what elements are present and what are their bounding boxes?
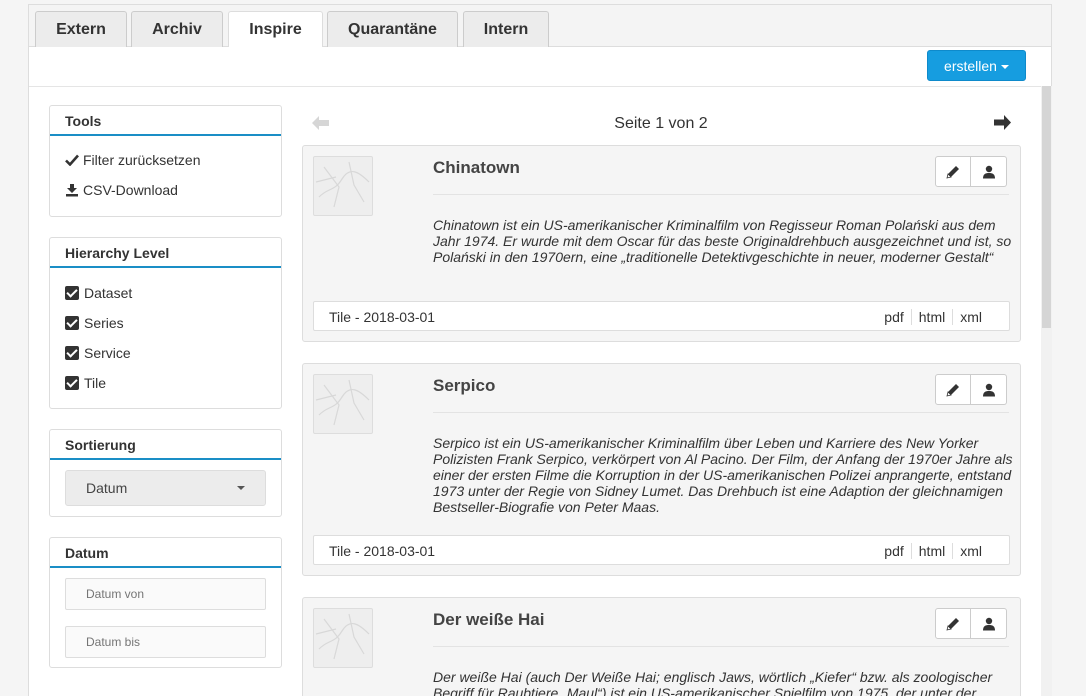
- result-card: Serpico Serpico ist ein US-amerikanische…: [302, 363, 1021, 576]
- user-icon: [982, 383, 995, 396]
- create-button-label: erstellen: [944, 57, 997, 74]
- hierarchy-service-label: Service: [84, 345, 131, 361]
- result-footer: Tile - 2018-03-01 pdf html xml: [313, 535, 1010, 565]
- tab-archiv[interactable]: Archiv: [131, 11, 223, 47]
- result-meta: Tile - 2018-03-01: [329, 309, 436, 325]
- result-card: Der weiße Hai Der weiße Hai (auch Der We…: [302, 597, 1021, 696]
- result-footer: Tile - 2018-03-01 pdf html xml: [313, 301, 1010, 331]
- tools-panel: Tools Filter zurücksetzen CSV-Download: [49, 105, 282, 217]
- edit-button[interactable]: [935, 608, 971, 639]
- arrow-right-icon[interactable]: [994, 115, 1011, 130]
- hierarchy-heading: Hierarchy Level: [50, 238, 281, 268]
- sort-panel: Sortierung Datum: [49, 429, 282, 517]
- csv-download-link[interactable]: CSV-Download: [65, 182, 178, 198]
- hierarchy-dataset-label: Dataset: [84, 285, 133, 301]
- result-title[interactable]: Chinatown: [433, 158, 520, 178]
- tab-quarantaene[interactable]: Quarantäne: [327, 11, 458, 47]
- user-icon: [982, 617, 995, 630]
- result-description: Der weiße Hai (auch Der Weiße Hai; engli…: [433, 669, 993, 696]
- xml-link[interactable]: xml: [952, 309, 989, 325]
- sort-select[interactable]: Datum: [65, 470, 266, 506]
- toolbar: erstellen: [29, 47, 1051, 87]
- date-heading: Datum: [50, 538, 281, 568]
- user-button[interactable]: [971, 374, 1007, 405]
- map-thumbnail[interactable]: [313, 608, 373, 668]
- result-description: Chinatown ist ein US-amerikanischer Krim…: [433, 217, 1012, 265]
- divider: [433, 194, 1009, 195]
- pdf-link[interactable]: pdf: [877, 543, 910, 559]
- result-title[interactable]: Der weiße Hai: [433, 610, 545, 630]
- tab-inspire[interactable]: Inspire: [228, 11, 323, 48]
- tools-heading: Tools: [50, 106, 281, 136]
- xml-link[interactable]: xml: [952, 543, 989, 559]
- tab-extern[interactable]: Extern: [35, 11, 127, 47]
- divider: [433, 412, 1009, 413]
- result-card: Chinatown Chinatown ist ein US-amerikani…: [302, 145, 1021, 342]
- map-thumbnail[interactable]: [313, 156, 373, 216]
- pencil-icon: [946, 617, 959, 631]
- date-to-input[interactable]: [65, 626, 266, 658]
- scrollbar-thumb[interactable]: [1042, 86, 1051, 328]
- result-title[interactable]: Serpico: [433, 376, 495, 396]
- checkbox-checked-icon[interactable]: [65, 376, 79, 390]
- tab-intern[interactable]: Intern: [463, 11, 549, 47]
- sort-heading: Sortierung: [50, 430, 281, 460]
- check-icon: [65, 154, 79, 166]
- html-link[interactable]: html: [910, 543, 952, 559]
- pager: Seite 1 von 2: [302, 106, 1020, 140]
- create-button[interactable]: erstellen: [927, 50, 1026, 81]
- date-panel: Datum: [49, 537, 282, 668]
- csv-download-label: CSV-Download: [83, 182, 178, 198]
- sort-select-value: Datum: [86, 480, 128, 496]
- checkbox-checked-icon[interactable]: [65, 346, 79, 360]
- hierarchy-tile[interactable]: Tile: [65, 375, 106, 391]
- tab-bar: Extern Archiv Inspire Quarantäne Intern: [29, 5, 1051, 48]
- download-icon: [66, 184, 78, 197]
- hierarchy-dataset[interactable]: Dataset: [65, 285, 132, 301]
- user-icon: [982, 165, 995, 178]
- hierarchy-series[interactable]: Series: [65, 315, 124, 331]
- checkbox-checked-icon[interactable]: [65, 286, 79, 300]
- format-links: pdf html xml: [877, 309, 989, 325]
- format-links: pdf html xml: [877, 543, 989, 559]
- user-button[interactable]: [971, 156, 1007, 187]
- page-indicator: Seite 1 von 2: [614, 115, 708, 132]
- hierarchy-series-label: Series: [84, 315, 124, 331]
- pencil-icon: [946, 383, 959, 397]
- hierarchy-panel: Hierarchy Level Dataset Series Service T…: [49, 237, 282, 409]
- reset-filter-link[interactable]: Filter zurücksetzen: [65, 152, 200, 168]
- hierarchy-tile-label: Tile: [84, 375, 107, 391]
- chevron-down-icon: [237, 486, 245, 490]
- pdf-link[interactable]: pdf: [877, 309, 910, 325]
- checkbox-checked-icon[interactable]: [65, 316, 79, 330]
- edit-button[interactable]: [935, 156, 971, 187]
- user-button[interactable]: [971, 608, 1007, 639]
- map-thumbnail[interactable]: [313, 374, 373, 434]
- pencil-icon: [946, 165, 959, 179]
- result-description: Serpico ist ein US-amerikanischer Krimin…: [433, 435, 1013, 515]
- result-meta: Tile - 2018-03-01: [329, 543, 436, 559]
- date-from-input[interactable]: [65, 578, 266, 610]
- reset-filter-label: Filter zurücksetzen: [83, 152, 201, 168]
- caret-down-icon: [1000, 64, 1009, 69]
- edit-button[interactable]: [935, 374, 971, 405]
- divider: [433, 646, 1009, 647]
- html-link[interactable]: html: [910, 309, 952, 325]
- hierarchy-service[interactable]: Service: [65, 345, 131, 361]
